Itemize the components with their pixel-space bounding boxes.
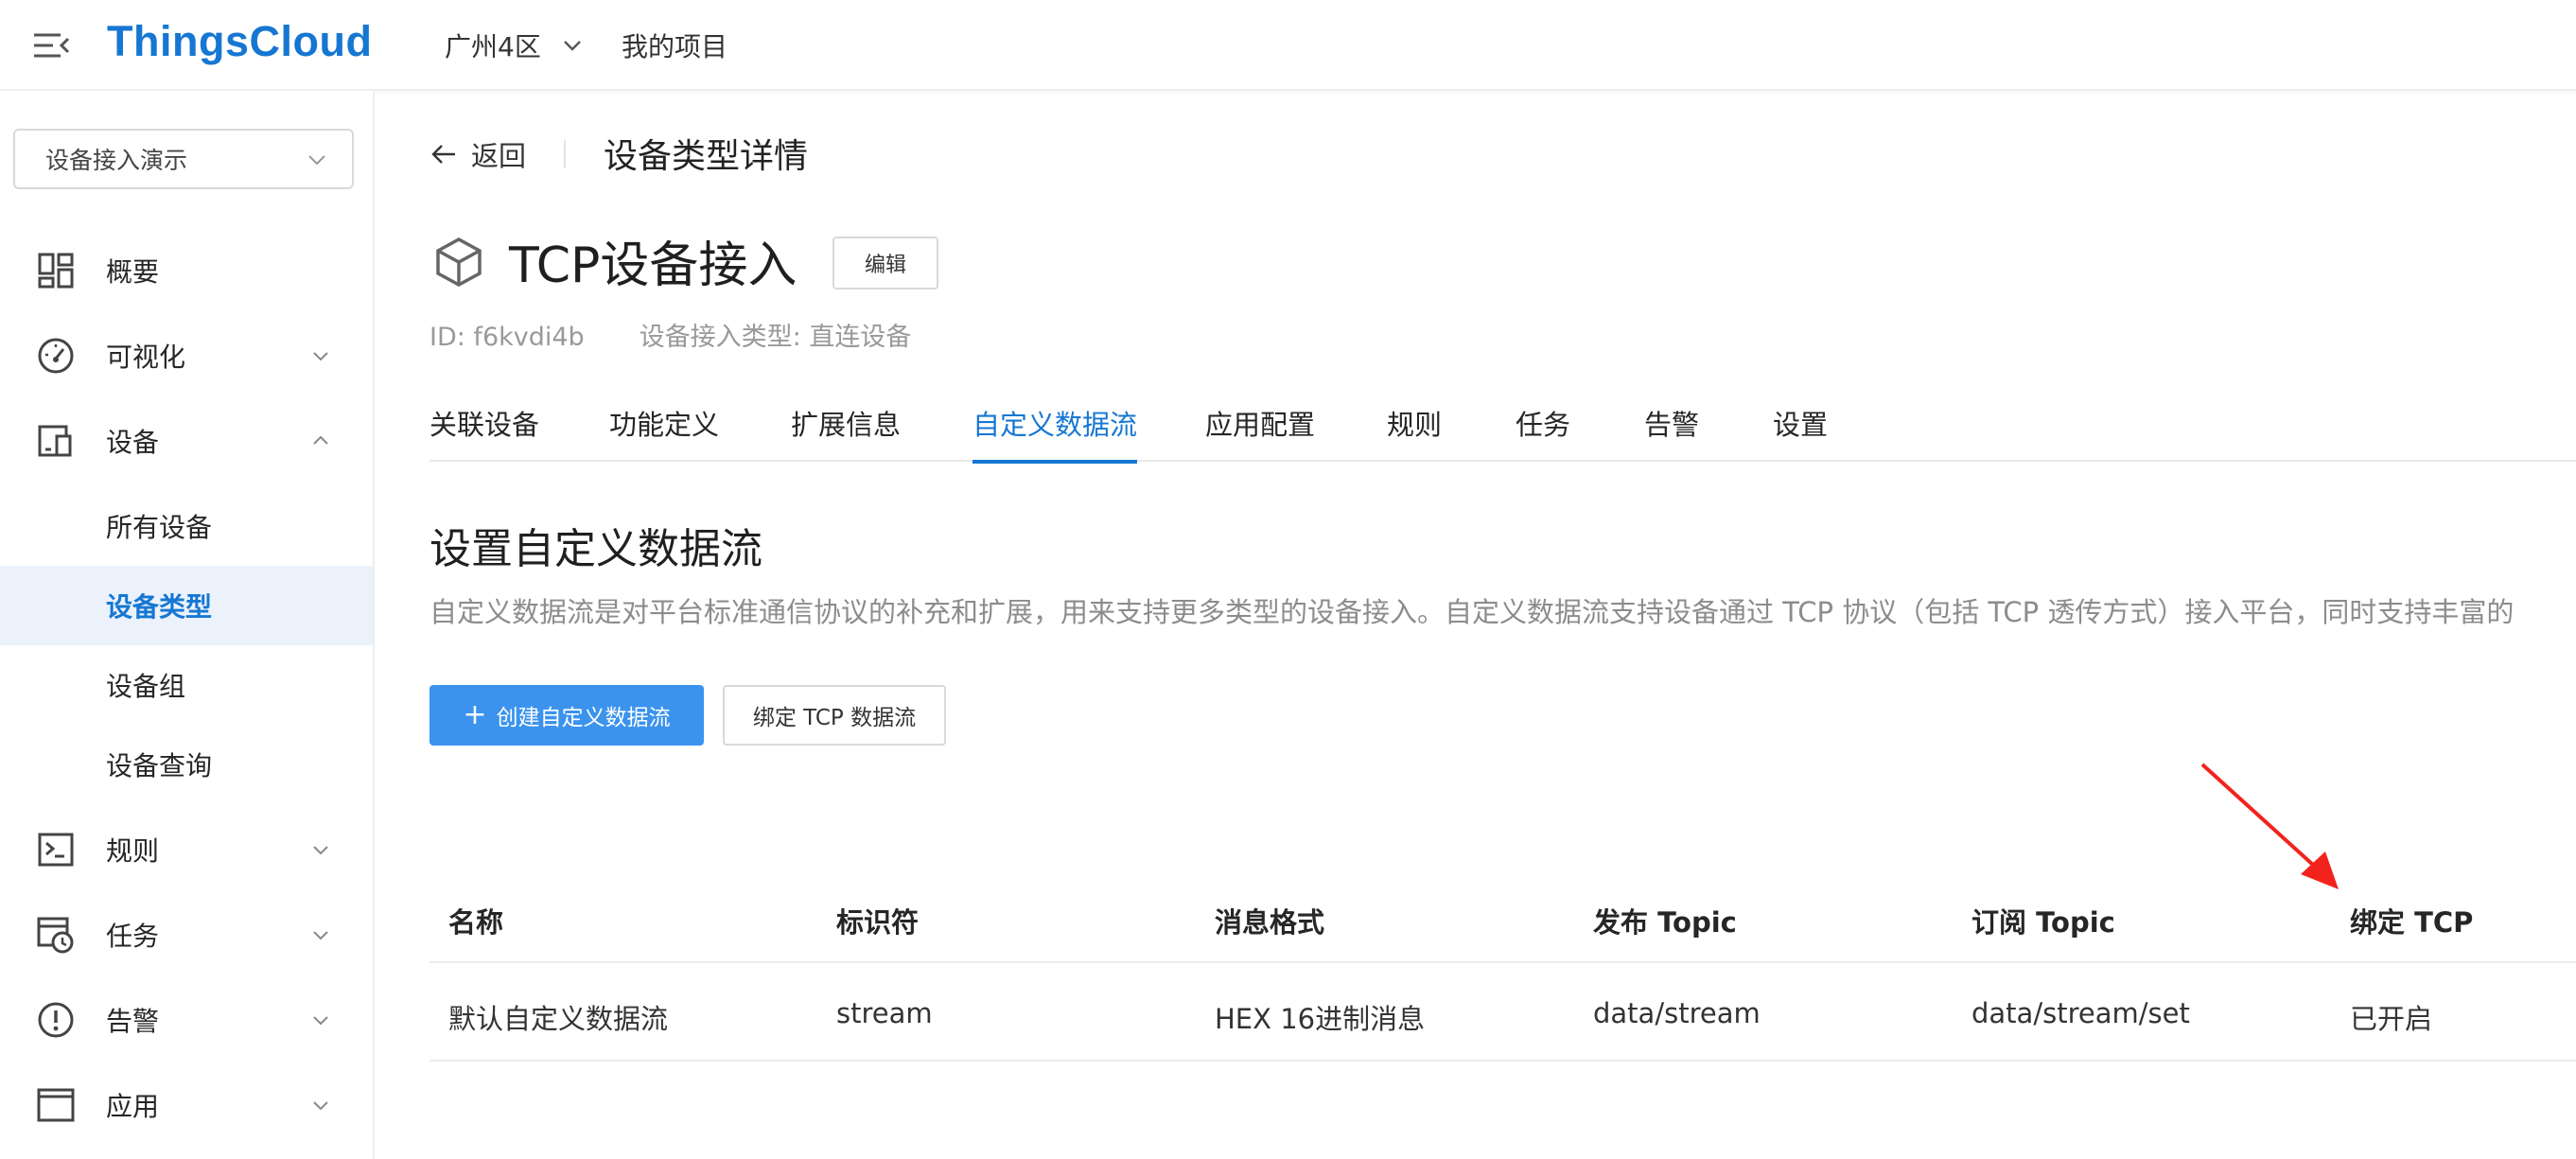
column-header-name: 名称 <box>448 906 504 939</box>
chevron-down-icon <box>313 931 328 940</box>
sidebar: 设备接入演示 概要 可视化 设备 所有设备 设备类型 设备组 设备查询 规则 任… <box>0 91 375 1159</box>
chevron-down-icon <box>563 41 581 51</box>
create-dataflow-label: 创建自定义数据流 <box>496 706 671 730</box>
cell-subscribe-topic: data/stream/set <box>1971 997 2190 1029</box>
sidebar-sub-label: 设备组 <box>106 671 186 702</box>
tab-extended-info[interactable]: 扩展信息 <box>791 403 901 462</box>
edit-button[interactable]: 编辑 <box>832 237 938 290</box>
sidebar-item-label: 应用 <box>106 1091 160 1122</box>
top-bar: ThingsCloud 广州4区 我的项目 <box>0 0 2576 91</box>
page-title: 设备类型详情 <box>604 137 809 176</box>
annotation-arrow-icon <box>2200 763 2339 889</box>
cell-name: 默认自定义数据流 <box>448 1003 669 1035</box>
sidebar-item-rules[interactable]: 规则 <box>0 810 373 889</box>
sidebar-sub-device-types[interactable]: 设备类型 <box>0 566 373 645</box>
my-projects-link[interactable]: 我的项目 <box>622 26 727 64</box>
brand-logo[interactable]: ThingsCloud <box>107 17 372 66</box>
sidebar-item-alerts[interactable]: 告警 <box>0 980 373 1060</box>
device-id: ID: f6kvdi4b <box>429 323 585 352</box>
menu-fold-icon[interactable] <box>32 26 70 64</box>
dashboard-icon <box>38 253 74 289</box>
sidebar-sub-all-devices[interactable]: 所有设备 <box>0 486 373 566</box>
column-header-message-format: 消息格式 <box>1215 906 1325 939</box>
sidebar-item-label: 设备 <box>106 427 160 458</box>
tab-bar: 关联设备 功能定义 扩展信息 自定义数据流 应用配置 规则 任务 告警 设置 <box>429 403 2576 464</box>
plus-icon: + <box>463 698 487 731</box>
tab-custom-dataflow[interactable]: 自定义数据流 <box>973 403 1138 464</box>
tab-rules[interactable]: 规则 <box>1387 403 1442 462</box>
cell-message-format: HEX 16进制消息 <box>1215 1003 1426 1035</box>
header-divider <box>564 140 566 168</box>
cube-icon <box>436 237 482 287</box>
task-schedule-icon <box>37 917 74 954</box>
chevron-down-icon <box>313 1101 328 1111</box>
tab-tasks[interactable]: 任务 <box>1516 403 1570 462</box>
cell-identifier: stream <box>836 997 933 1029</box>
sidebar-item-apps[interactable]: 应用 <box>0 1065 373 1145</box>
column-header-publish-topic: 发布 Topic <box>1593 906 1737 939</box>
back-label: 返回 <box>471 140 527 172</box>
table-row[interactable]: 默认自定义数据流 stream HEX 16进制消息 data/stream d… <box>429 963 2576 1062</box>
cell-bind-tcp: 已开启 <box>2350 1003 2433 1035</box>
region-selector[interactable]: 广州4区 <box>445 26 583 64</box>
sidebar-item-label: 任务 <box>106 921 160 952</box>
sidebar-item-tasks[interactable]: 任务 <box>0 895 373 975</box>
sidebar-sub-label: 设备查询 <box>106 750 213 781</box>
tab-linked-devices[interactable]: 关联设备 <box>429 403 539 462</box>
section-description: 自定义数据流是对平台标准通信协议的补充和扩展，用来支持更多类型的设备接入。自定义… <box>429 596 2515 628</box>
column-header-identifier: 标识符 <box>836 906 920 939</box>
tab-function-definition[interactable]: 功能定义 <box>609 403 719 462</box>
create-dataflow-button[interactable]: + 创建自定义数据流 <box>429 685 704 746</box>
chevron-down-icon <box>313 846 328 855</box>
chevron-down-icon <box>308 155 325 166</box>
device-meta: ID: f6kvdi4b 设备接入类型: 直连设备 <box>429 316 911 353</box>
section-title: 设置自定义数据流 <box>429 525 762 573</box>
bind-tcp-dataflow-button[interactable]: 绑定 TCP 数据流 <box>723 685 946 746</box>
sidebar-sub-label: 所有设备 <box>106 512 213 543</box>
alert-icon <box>38 1002 74 1038</box>
project-select-value: 设备接入演示 <box>45 147 188 174</box>
back-button[interactable]: 返回 <box>429 134 526 174</box>
sidebar-item-label: 规则 <box>106 835 160 867</box>
sidebar-item-label: 告警 <box>106 1006 160 1037</box>
chevron-down-icon <box>313 352 328 361</box>
sidebar-item-visualization[interactable]: 可视化 <box>0 316 373 395</box>
device-icon <box>38 425 72 457</box>
arrow-left-icon <box>431 145 455 164</box>
column-header-bind-tcp: 绑定 TCP <box>2350 906 2474 939</box>
sidebar-sub-device-groups[interactable]: 设备组 <box>0 645 373 725</box>
sidebar-item-label: 可视化 <box>106 342 186 373</box>
main-content: 返回 设备类型详情 TCP设备接入 编辑 ID: f6kvdi4b 设备接入类型:… <box>377 91 2576 1159</box>
chevron-down-icon <box>313 1016 328 1026</box>
device-type-name: TCP设备接入 <box>509 237 797 294</box>
sidebar-item-devices[interactable]: 设备 <box>0 401 373 481</box>
cell-publish-topic: data/stream <box>1593 997 1761 1029</box>
sidebar-item-label: 概要 <box>106 256 160 288</box>
column-header-subscribe-topic: 订阅 Topic <box>1971 906 2115 939</box>
sidebar-sub-device-query[interactable]: 设备查询 <box>0 725 373 804</box>
chevron-up-icon <box>313 435 328 445</box>
sidebar-item-overview[interactable]: 概要 <box>0 231 373 310</box>
tab-settings[interactable]: 设置 <box>1773 403 1828 462</box>
sidebar-sub-label: 设备类型 <box>106 591 213 623</box>
region-label: 广州4区 <box>445 31 541 62</box>
access-type: 设备接入类型: 直连设备 <box>639 323 912 352</box>
tab-alerts[interactable]: 告警 <box>1644 403 1699 462</box>
app-window-icon <box>37 1088 75 1122</box>
project-select[interactable]: 设备接入演示 <box>13 129 354 189</box>
terminal-icon <box>38 833 74 867</box>
tab-app-config[interactable]: 应用配置 <box>1205 403 1315 462</box>
gauge-icon <box>38 338 74 374</box>
